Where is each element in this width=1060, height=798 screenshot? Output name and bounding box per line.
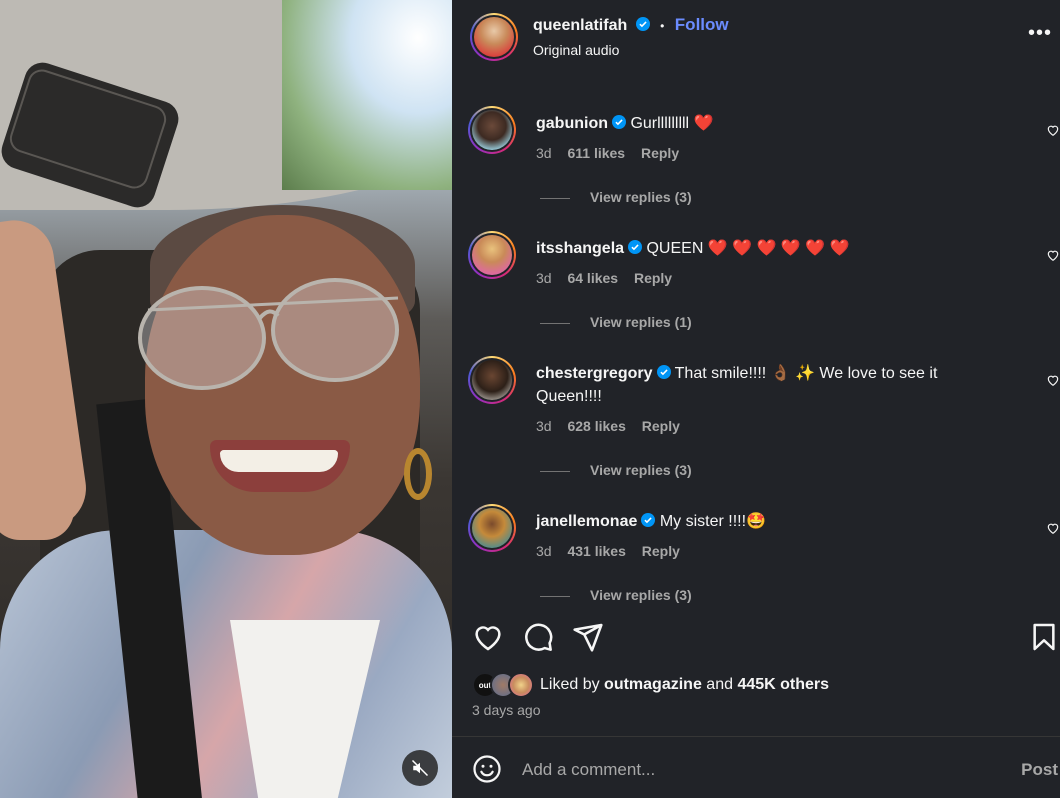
post-actions [472,621,1060,655]
verified-icon [628,240,643,254]
sunroof-window [282,0,452,190]
likes-count[interactable]: 445K others [737,676,829,693]
verified-icon [635,17,650,31]
comment-likes[interactable]: 611 likes [567,145,625,161]
liker-avatar[interactable] [508,672,534,698]
likes-summary[interactable]: Liked by outmagazine and 445K others [540,676,829,694]
like-comment-heart-icon[interactable] [1046,123,1060,137]
liked-by-row: out Liked by outmagazine and 445K others [472,672,829,698]
comment-item: gabunion Gurlllllllll ❤️ 3d 611 likes Re… [468,106,1060,216]
author-username[interactable]: queenlatifah [533,17,627,34]
view-replies-button[interactable]: View replies (3) [540,587,692,603]
like-comment-heart-icon[interactable] [1046,248,1060,262]
post-timestamp[interactable]: 3 days ago [472,702,541,718]
reply-button[interactable]: Reply [642,543,680,559]
comment-age: 3d [536,543,552,559]
separator-dot: • [660,19,665,33]
reply-button[interactable]: Reply [642,418,680,434]
comment-input[interactable] [522,756,962,784]
comment-item: chestergregory That smile!!!! 👌🏾 ✨ We lo… [468,356,1060,486]
muted-icon [411,759,429,777]
comment-icon[interactable] [522,621,554,653]
reply-button[interactable]: Reply [641,145,679,161]
commenter-username[interactable]: itsshangela [536,240,624,257]
comment-age: 3d [536,145,552,161]
mute-button[interactable] [402,750,438,786]
comment-text: My sister !!!!🤩 [659,513,766,530]
liker-username[interactable]: outmagazine [604,676,702,693]
comment-item: itsshangela QUEEN ❤️ ❤️ ❤️ ❤️ ❤️ ❤️ 3d 6… [468,231,1060,341]
like-comment-heart-icon[interactable] [1046,521,1060,535]
more-icon: ••• [1027,22,1052,44]
glasses [138,278,399,390]
commenter-avatar[interactable] [468,231,516,279]
comment-item: janellemonae My sister !!!!🤩 3d 431 like… [468,504,1060,614]
audio-label[interactable]: Original audio [533,42,619,58]
like-comment-heart-icon[interactable] [1046,373,1060,387]
view-replies-button[interactable]: View replies (1) [540,314,692,330]
emoji-icon[interactable] [472,754,502,784]
commenter-username[interactable]: chestergregory [536,365,653,382]
comment-likes[interactable]: 431 likes [567,543,625,559]
post-video[interactable] [0,0,452,798]
commenter-username[interactable]: gabunion [536,115,608,132]
bookmark-icon[interactable] [1028,621,1060,653]
divider [452,736,1060,737]
post-panel: queenlatifah • Follow Original audio •••… [452,0,1060,798]
author-avatar[interactable] [470,13,518,61]
more-options-button[interactable]: ••• [1028,23,1052,43]
post-header: queenlatifah • Follow Original audio ••• [452,0,1060,74]
comment-text: QUEEN ❤️ ❤️ ❤️ ❤️ ❤️ ❤️ [646,240,850,257]
view-replies-button[interactable]: View replies (3) [540,462,692,478]
verified-icon [611,115,626,129]
commenter-avatar[interactable] [468,106,516,154]
verified-icon [641,513,656,527]
shirt [0,530,452,798]
share-icon[interactable] [572,621,604,653]
comment-age: 3d [536,418,552,434]
comment-age: 3d [536,270,552,286]
earring [404,448,432,500]
comment-text: Gurlllllllll ❤️ [630,115,714,132]
comment-composer: Post [472,752,1060,788]
reply-button[interactable]: Reply [634,270,672,286]
follow-button[interactable]: Follow [675,15,729,34]
commenter-avatar[interactable] [468,504,516,552]
commenter-username[interactable]: janellemonae [536,513,637,530]
post-button[interactable]: Post [1021,760,1058,780]
comment-likes[interactable]: 64 likes [567,270,618,286]
verified-icon [656,365,671,379]
view-replies-button[interactable]: View replies (3) [540,189,692,205]
comment-likes[interactable]: 628 likes [567,418,625,434]
commenter-avatar[interactable] [468,356,516,404]
heart-icon[interactable] [472,621,504,653]
